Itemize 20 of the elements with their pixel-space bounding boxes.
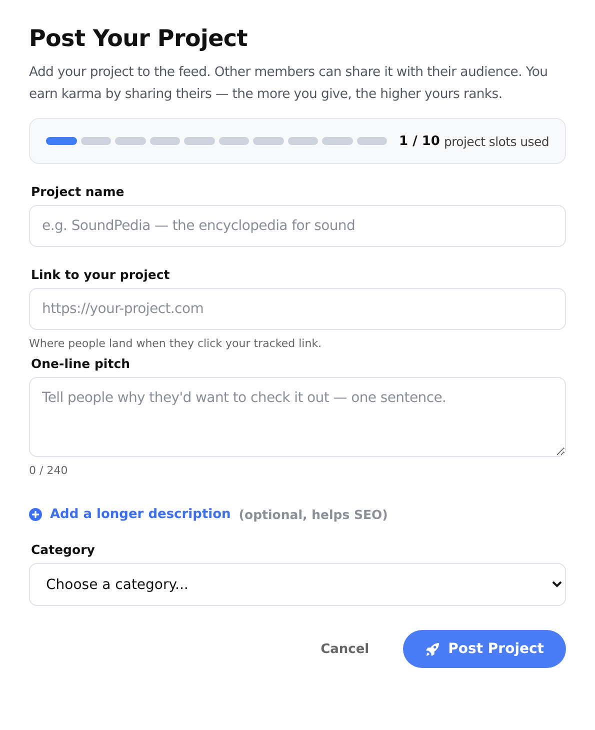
input-field[interactable]: https://your-project.com [29,288,566,330]
pitch-field[interactable]: Tell people why they'd want to check it out — one sentence. [29,377,566,457]
intro-text: Add your project to the feed. Other members can share it with their audience. You earn karma by sharing theirs — the more you give, the higher yours ranks. [29,64,549,104]
field-hint: 0 / 240 [29,464,69,477]
field-label: Category [31,542,96,557]
add-description-link[interactable]: Add a longer description [50,507,231,522]
category-select[interactable]: Choose a category... [29,563,566,606]
rocket-icon [425,642,440,656]
page-title: Post Your Project [29,26,248,52]
cancel-button[interactable]: Cancel [314,640,376,658]
slots-label: project slots used [444,134,549,148]
field-label: One-line pitch [31,356,132,371]
field-label: Link to your project [31,267,171,282]
optional-note: (optional, helps SEO) [238,507,388,522]
field-label: Project name [31,184,126,199]
slots-count: 1 / 10 [399,134,440,148]
input-field[interactable]: e.g. SoundPedia — the encyclopedia for sound [29,205,566,247]
field-hint: Where people land when they click your tracked link. [29,337,323,350]
plus-icon [29,508,42,521]
post-project-button[interactable]: Post Project [403,630,566,668]
